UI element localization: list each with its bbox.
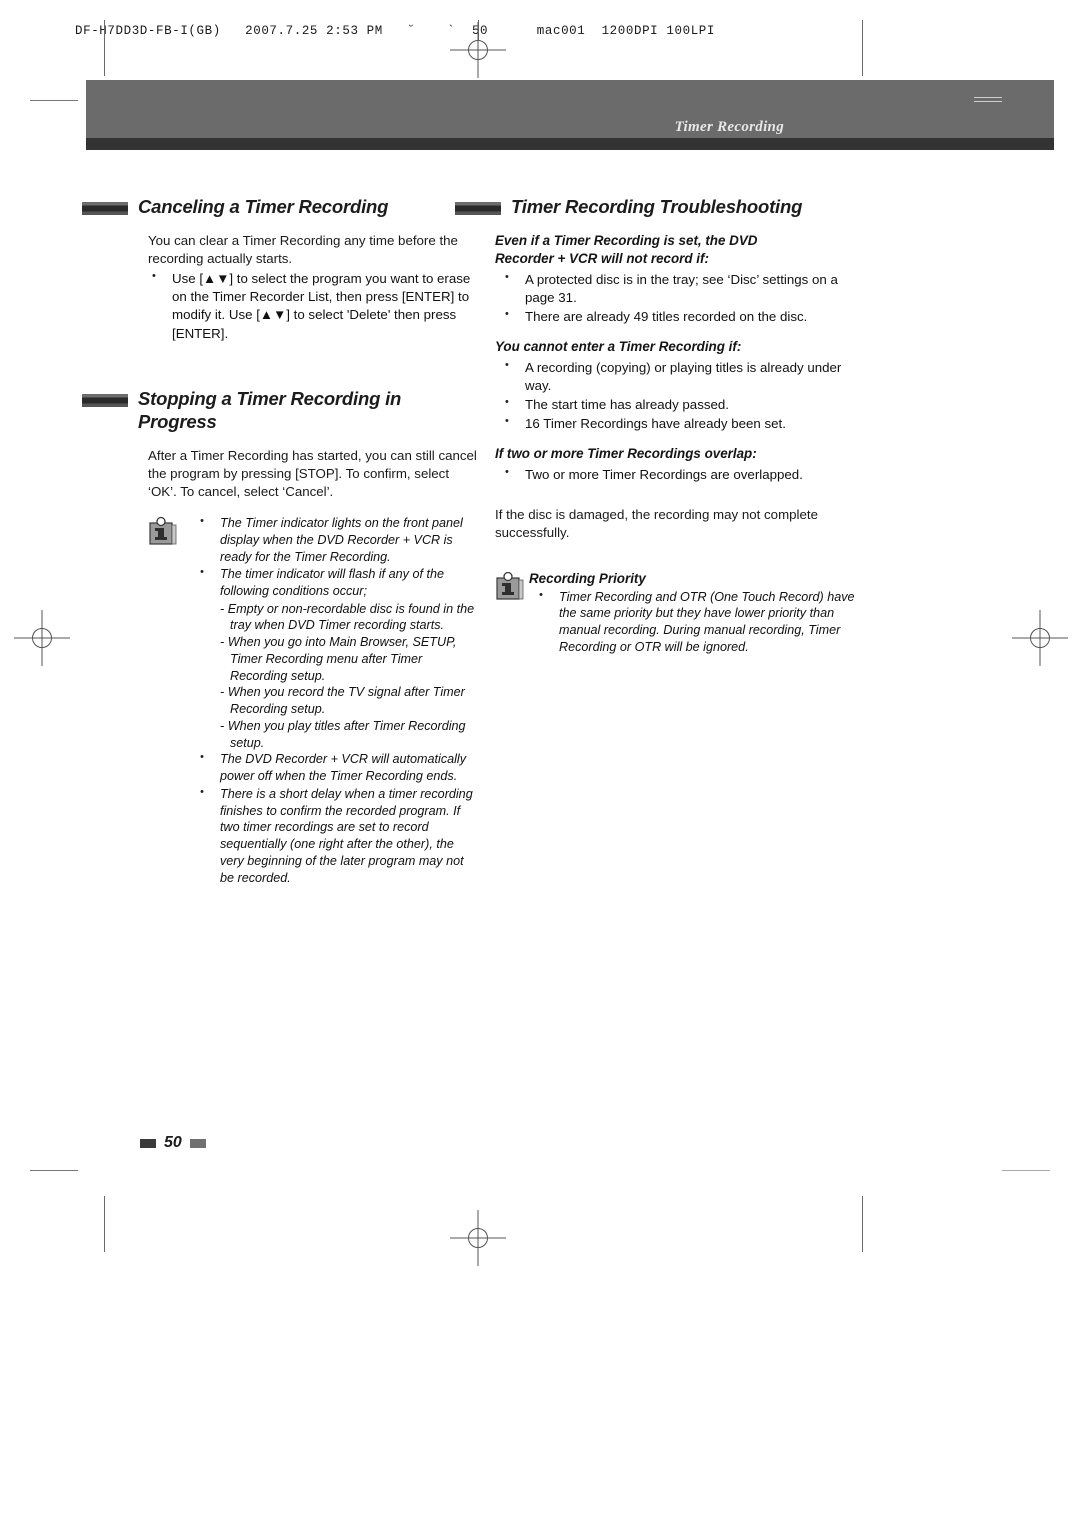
section-title-line2: Progress bbox=[138, 410, 217, 432]
list-item: There are already 49 titles recorded on … bbox=[495, 307, 861, 326]
section-heading-stopping-a-timer-recording: Stopping a Timer Recording in Progress bbox=[82, 387, 482, 433]
running-head-title: Timer Recording bbox=[674, 119, 784, 135]
info-icon bbox=[495, 572, 527, 602]
list-item: A protected disc is in the tray; see ‘Di… bbox=[495, 270, 861, 307]
section1-body: You can clear a Timer Recording any time… bbox=[82, 232, 482, 342]
note-bullet-list-secondary: The DVD Recorder + VCR will automaticall… bbox=[194, 750, 478, 886]
crop-mark-bottom-left bbox=[104, 1196, 105, 1252]
list-item: Two or more Timer Recordings are overlap… bbox=[495, 465, 861, 484]
section1-bullet-list: Use [▲▼] to select the program you want … bbox=[148, 269, 478, 342]
left-content-column: Canceling a Timer Recording You can clea… bbox=[82, 195, 482, 887]
list-item: The start time has already passed. bbox=[495, 395, 861, 414]
note-block-recording-priority: Recording Priority Timer Recording and O… bbox=[495, 570, 861, 655]
registration-circle-icon bbox=[1030, 628, 1050, 648]
section1-intro: You can clear a Timer Recording any time… bbox=[148, 233, 458, 267]
trim-rule-bottom-left bbox=[30, 1170, 78, 1171]
page-header-band: Timer Recording bbox=[86, 80, 1054, 150]
section2-note-wrapper: The Timer indicator lights on the front … bbox=[82, 514, 482, 886]
list-item: Timer Recording and OTR (One Touch Recor… bbox=[529, 588, 861, 656]
subheading-cannot-enter: You cannot enter a Timer Recording if: bbox=[495, 339, 742, 355]
section-title-line1: Stopping a Timer Recording in bbox=[138, 387, 402, 409]
group3-bullet-list: Two or more Timer Recordings are overlap… bbox=[495, 465, 861, 484]
subheading-overlap: If two or more Timer Recordings overlap: bbox=[495, 446, 757, 462]
section2-body: After a Timer Recording has started, you… bbox=[82, 447, 482, 501]
section-heading-timer-recording-troubleshooting: Timer Recording Troubleshooting bbox=[455, 195, 865, 218]
list-item: Use [▲▼] to select the program you want … bbox=[148, 269, 478, 342]
troubleshooting-body: Even if a Timer Recording is set, the DV… bbox=[455, 232, 865, 655]
subheading-line1: Even if a Timer Recording is set, the DV… bbox=[495, 233, 758, 249]
registration-mark-top-center bbox=[450, 22, 506, 78]
troubleshooting-closing-text: If the disc is damaged, the recording ma… bbox=[495, 507, 818, 541]
list-item: - When you play titles after Timer Recor… bbox=[220, 718, 466, 750]
list-item: A recording (copying) or playing titles … bbox=[495, 358, 861, 395]
group1-bullet-list: A protected disc is in the tray; see ‘Di… bbox=[495, 270, 861, 326]
crop-mark-top-left bbox=[104, 20, 105, 76]
subheading-even-if-set: Even if a Timer Recording is set, the DV… bbox=[495, 232, 861, 268]
list-item: The Timer indicator lights on the front … bbox=[194, 514, 478, 565]
trim-rule-bottom-right bbox=[1002, 1170, 1050, 1171]
registration-mark-left bbox=[14, 610, 70, 666]
header-band-footer-rule bbox=[86, 138, 1054, 150]
section-bar-icon bbox=[82, 202, 128, 215]
section-bar-icon bbox=[82, 393, 128, 407]
subheading-line2: Recorder + VCR will not record if: bbox=[495, 250, 709, 266]
registration-circle-icon bbox=[32, 628, 52, 648]
info-icon bbox=[148, 516, 180, 547]
note-bullet-list-primary: The Timer indicator lights on the front … bbox=[194, 514, 478, 600]
page-footer: 50 bbox=[140, 1134, 206, 1152]
list-item: - Empty or non-recordable disc is found … bbox=[220, 601, 475, 633]
section-heading-canceling-a-timer-recording: Canceling a Timer Recording bbox=[82, 195, 482, 218]
section-title: Timer Recording Troubleshooting bbox=[511, 196, 803, 217]
list-item: The timer indicator will flash if any of… bbox=[194, 565, 478, 599]
prepress-slug-line: DF-H7DD3D-FB-I(GB) 2007.7.25 2:53 PM ˘ ˋ… bbox=[75, 24, 715, 38]
note-block-timer-indicator: The Timer indicator lights on the front … bbox=[148, 514, 478, 886]
section-title: Canceling a Timer Recording bbox=[138, 196, 389, 217]
footer-bar-left-icon bbox=[140, 1138, 156, 1148]
registration-mark-bottom-center bbox=[450, 1210, 506, 1266]
crop-mark-top-right bbox=[862, 20, 863, 76]
note-sub-item-list: - Empty or non-recordable disc is found … bbox=[194, 601, 478, 752]
header-dash-ornament-icon bbox=[974, 97, 1002, 102]
list-item: - When you go into Main Browser, SETUP, … bbox=[220, 635, 457, 683]
registration-mark-right bbox=[1012, 610, 1068, 666]
note-title: Recording Priority bbox=[529, 571, 646, 587]
note-bullet-list: Timer Recording and OTR (One Touch Recor… bbox=[529, 588, 861, 656]
trim-rule-top-left bbox=[30, 100, 78, 101]
crop-mark-bottom-right bbox=[862, 1196, 863, 1252]
list-item: There is a short delay when a timer reco… bbox=[194, 785, 478, 886]
section2-intro: After a Timer Recording has started, you… bbox=[148, 447, 477, 499]
registration-circle-icon bbox=[468, 1228, 488, 1248]
page-number: 50 bbox=[164, 1134, 182, 1151]
registration-circle-icon bbox=[468, 40, 488, 60]
list-item: 16 Timer Recordings have already been se… bbox=[495, 414, 861, 433]
group2-bullet-list: A recording (copying) or playing titles … bbox=[495, 358, 861, 433]
section-title: Stopping a Timer Recording in Progress bbox=[138, 387, 401, 433]
list-item: The DVD Recorder + VCR will automaticall… bbox=[194, 750, 478, 784]
right-content-column: Timer Recording Troubleshooting Even if … bbox=[455, 195, 865, 657]
section-bar-icon bbox=[455, 202, 501, 215]
footer-bar-right-icon bbox=[189, 1138, 206, 1148]
list-item: - When you record the TV signal after Ti… bbox=[220, 685, 465, 717]
